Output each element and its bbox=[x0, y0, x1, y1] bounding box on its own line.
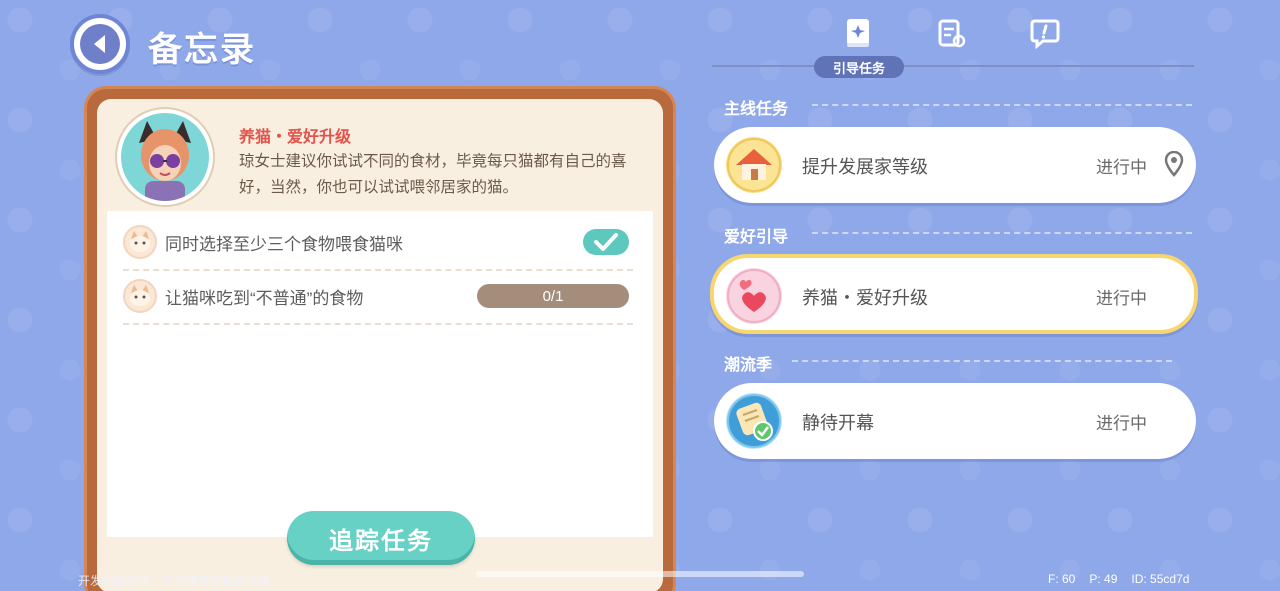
chat-alert-icon[interactable] bbox=[1028, 16, 1062, 50]
fps-readout: F: 60 bbox=[1048, 572, 1076, 586]
npc-avatar bbox=[117, 109, 213, 205]
completed-check-icon bbox=[583, 229, 629, 255]
quest-card-hobby[interactable]: 养猫・爱好升级 进行中 bbox=[710, 254, 1198, 334]
location-pin-icon[interactable] bbox=[1164, 150, 1184, 177]
back-button[interactable] bbox=[70, 14, 130, 74]
memo-card-inner: 养猫・爱好升级 琼女士建议你试试不同的食材，毕竟每只猫都有自己的喜好，当然，你也… bbox=[97, 99, 663, 591]
guide-book-icon[interactable] bbox=[842, 16, 876, 50]
quest-card-main[interactable]: 提升发展家等级 进行中 bbox=[714, 127, 1196, 203]
npc-task-title: 养猫・爱好升级 bbox=[239, 129, 352, 146]
cat-face-icon bbox=[123, 225, 157, 259]
clipboard-icon[interactable] bbox=[934, 16, 968, 50]
quest-name: 养猫・爱好升级 bbox=[802, 288, 928, 308]
quest-tabs: 引导任务 bbox=[712, 10, 1194, 80]
quest-card-trend[interactable]: 静待开幕 进行中 bbox=[714, 383, 1196, 459]
task-text: 让猫咪吃到“不普通”的食物 bbox=[165, 288, 364, 308]
back-arrow-icon bbox=[80, 24, 120, 64]
task-row: 同时选择至少三个食物喂食猫咪 bbox=[123, 215, 633, 271]
section-label-trend: 潮流季 bbox=[724, 357, 773, 374]
section-label-hobby: 爱好引导 bbox=[724, 229, 789, 246]
section-divider bbox=[812, 232, 1192, 234]
home-indicator[interactable] bbox=[476, 571, 804, 577]
memo-card: 养猫・爱好升级 琼女士建议你试试不同的食材，毕竟每只猫都有自己的喜好，当然，你也… bbox=[84, 86, 676, 591]
scroll-check-icon bbox=[726, 393, 782, 449]
page-title: 备忘录 bbox=[148, 31, 256, 69]
npc-description: 琼女士建议你试试不同的食材，毕竟每只猫都有自己的喜好，当然，你也可以试试喂邻居家… bbox=[239, 153, 627, 196]
dev-build-note: 开发测试版本，不代表游戏最终品质 bbox=[78, 574, 271, 588]
task-list: 同时选择至少三个食物喂食猫咪 让猫咪吃到“不普通”的食物 0/1 bbox=[107, 211, 653, 537]
tab-guide-tasks[interactable]: 引导任务 bbox=[814, 56, 904, 78]
section-divider bbox=[812, 104, 1192, 106]
task-text: 同时选择至少三个食物喂食猫咪 bbox=[165, 234, 403, 254]
task-row: 让猫咪吃到“不普通”的食物 0/1 bbox=[123, 269, 633, 325]
task-progress-bar: 0/1 bbox=[477, 284, 629, 308]
session-id: ID: 55cd7d bbox=[1131, 572, 1190, 586]
cat-face-icon bbox=[123, 279, 157, 313]
track-task-button[interactable]: 追踪任务 bbox=[287, 511, 475, 565]
section-divider bbox=[792, 360, 1172, 362]
quest-status: 进行中 bbox=[1096, 289, 1147, 308]
quest-status: 进行中 bbox=[1096, 414, 1147, 433]
debug-stats: F: 60 P: 49 ID: 55cd7d bbox=[1048, 572, 1189, 586]
section-label-main: 主线任务 bbox=[724, 101, 789, 118]
quest-name: 提升发展家等级 bbox=[802, 157, 928, 177]
quest-name: 静待开幕 bbox=[802, 413, 874, 433]
hearts-icon bbox=[726, 268, 782, 324]
house-icon bbox=[726, 137, 782, 193]
ping-readout: P: 49 bbox=[1089, 572, 1118, 586]
tab-divider bbox=[712, 65, 1194, 67]
quest-status: 进行中 bbox=[1096, 158, 1147, 177]
